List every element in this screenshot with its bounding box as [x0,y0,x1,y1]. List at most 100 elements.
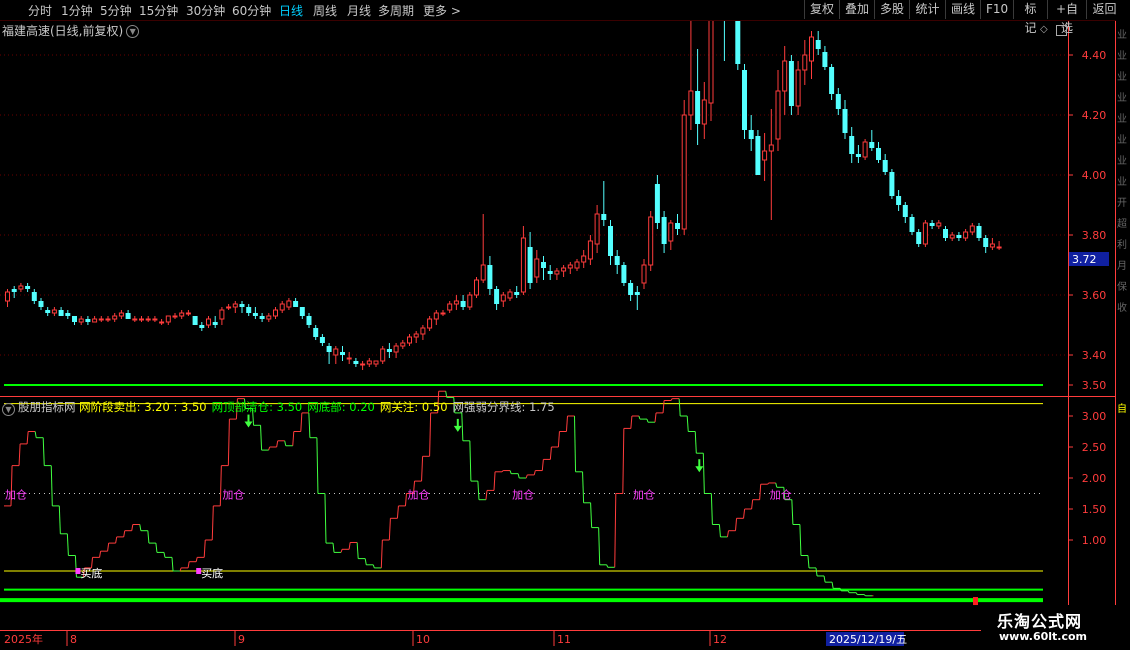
indicator-riser [123,530,126,537]
candle-body [319,337,325,343]
indicator-riser [50,465,53,506]
candle-body [313,328,319,337]
indicator-riser [364,558,367,565]
candle-body [983,238,989,247]
indicator-riser [646,418,649,423]
toolbar-button-6[interactable]: 标记 [1013,0,1047,35]
indicator-riser [598,527,601,565]
candle-body [232,303,238,308]
candle-body [11,289,17,292]
indicator-riser [227,419,230,466]
period-tab-9[interactable]: 多周期 [378,2,414,19]
candle-body [882,160,888,172]
indicator-riser [107,543,110,552]
candle-body [681,114,687,230]
candle-body [936,222,942,227]
period-tab-2[interactable]: 5分钟 [100,2,132,19]
right-strip-char: 业 [1117,30,1127,41]
candle-body [802,54,808,71]
candle-body [78,318,84,323]
candle-body [507,291,513,299]
indicator-param-value: 0.20 [349,400,375,414]
indicator-tick-label: 3.00 [1082,410,1107,423]
indicator-riser [525,474,528,479]
buy-marker [75,568,81,574]
candle-body [252,313,258,316]
candle-body [902,205,908,217]
sell-arrow-icon [453,425,462,432]
toolbar-button-8[interactable]: 返回 [1086,0,1122,19]
indicator-riser [630,415,633,429]
toolbar-button-7[interactable]: +自选 [1047,0,1086,35]
indicator-tick-label: 1.00 [1082,534,1107,547]
indicator-param-value: 3.20 [144,400,170,414]
period-tab-3[interactable]: 15分钟 [139,2,178,19]
indicator-riser [219,465,222,506]
indicator-param-value: 3.50 [276,400,303,414]
toolbar-button-0[interactable]: 复权 [804,0,839,19]
candle-body [132,318,138,321]
candle-body [447,303,453,311]
right-strip-char: 业 [1117,135,1127,146]
window-toggle-icon[interactable] [1056,25,1067,36]
candle-body [675,223,680,229]
candle-body [788,61,794,106]
candle-body [661,217,667,244]
candle-body [98,318,104,321]
indicator-riser [316,437,319,494]
candle-body [889,172,895,196]
candle-body [125,313,131,319]
right-strip-char: 业 [1117,114,1127,125]
indicator-riser [292,431,295,446]
candle-body [594,213,600,245]
period-tab-4[interactable]: 30分钟 [186,2,225,19]
period-tab-7[interactable]: 周线 [313,2,337,19]
candle-body [608,226,613,256]
toolbar-button-1[interactable]: 叠加 [839,0,874,19]
period-tab-1[interactable]: 1分钟 [61,2,93,19]
indicator-riser [187,561,190,568]
watermark-title: 乐淘公式网 [997,612,1083,631]
candle-body [373,360,379,365]
candle-body [554,270,560,275]
candle-body [407,336,412,344]
candle-body [92,318,98,323]
cursor-date: 2025/12/19/五 [829,633,907,646]
indicator-param-value2: 3.50 [180,400,207,414]
period-tab-0[interactable]: 分时 [28,2,52,19]
period-tab-10[interactable]: 更多 > [423,2,461,19]
indicator-riser [694,431,697,454]
date-label: 10 [416,633,430,646]
indicator-riser [767,482,770,485]
toolbar-button-3[interactable]: 统计 [909,0,945,19]
candle-body [165,315,171,323]
toolbar-button-4[interactable]: 画线 [945,0,980,19]
chevron-down-icon[interactable]: ▼ [2,403,15,416]
chevron-down-icon[interactable]: ▼ [126,25,140,38]
candle-body [748,130,754,139]
indicator-param-value: 0.50 [421,400,448,414]
candle-body [206,318,211,326]
candle-body [701,99,707,125]
indicator-riser [847,590,850,593]
candle-body [822,52,828,67]
candle-body [219,309,225,320]
candle-body [474,279,479,296]
period-tab-8[interactable]: 月线 [347,2,371,19]
period-tab-6[interactable]: 日线 [279,2,303,19]
toolbar-button-5[interactable]: F10 [980,0,1013,19]
indicator-riser [131,524,134,531]
candle-body [393,345,399,353]
candle-body [273,309,278,317]
period-tab-5[interactable]: 60分钟 [232,2,271,19]
indicator-param-label: 网关注: [379,400,419,414]
candle-body [835,94,841,109]
candle-body [480,264,486,281]
right-strip-char: 保 [1117,282,1127,293]
toolbar-button-2[interactable]: 多股 [874,0,909,19]
diamond-icon[interactable]: ◇ [1040,25,1049,35]
candle-body [768,144,774,152]
indicator-riser [421,456,424,482]
candle-body [380,348,386,362]
indicator-riser [718,524,721,537]
